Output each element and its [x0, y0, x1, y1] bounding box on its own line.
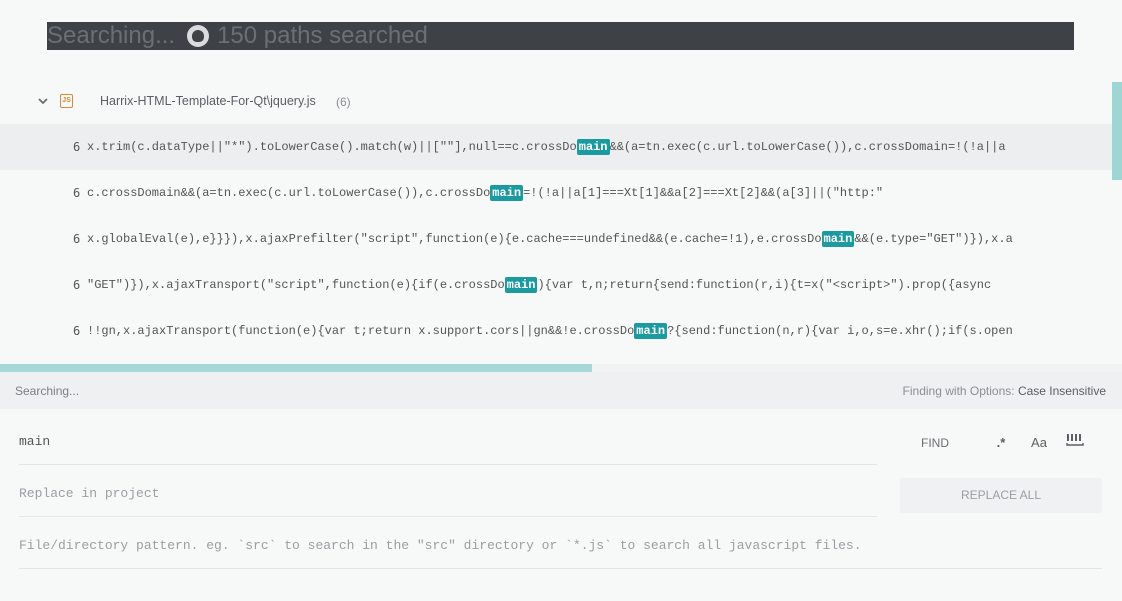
match-row[interactable]: 6 x.globalEval(e),e}}}),x.ajaxPrefilter("…: [0, 216, 1112, 262]
line-number: 6: [73, 278, 81, 292]
options-label: Finding with Options:: [902, 384, 1015, 398]
find-input[interactable]: [19, 430, 877, 454]
file-pattern-input[interactable]: [19, 534, 1102, 558]
code-before: !!gn,x.ajaxTransport(function(e){var t;r…: [87, 324, 635, 338]
code-after: ?{send:function(n,r){var i,o,s=e.xhr();i…: [667, 324, 1013, 338]
paths-searched-text: 150 paths searched: [217, 22, 428, 49]
match-preview: c.crossDomain&&(a=tn.exec(c.url.toLowerC…: [87, 185, 884, 201]
replace-input-underline: [19, 516, 877, 517]
horizontal-scrollbar-thumb[interactable]: [0, 364, 592, 372]
code-after: =!(!a||a[1]===Xt[1]&&a[2]===Xt[2]&&(a[3]…: [523, 186, 884, 200]
match-highlight: main: [490, 185, 524, 201]
match-preview: x.trim(c.dataType||"*").toLowerCase().ma…: [87, 139, 1006, 155]
code-after: &&(a=tn.exec(c.url.toLowerCase()),c.cros…: [609, 140, 1006, 154]
match-preview: "GET")}),x.ajaxTransport("script",functi…: [87, 277, 992, 293]
find-status-bar: Searching... Finding with Options: Case …: [0, 372, 1122, 409]
file-pattern-underline: [19, 568, 1102, 569]
file-result-header[interactable]: JS Harrix-HTML-Template-For-Qt\jquery.js…: [0, 90, 1112, 114]
line-number: 6: [73, 186, 81, 200]
chevron-down-icon[interactable]: [38, 96, 48, 106]
github-icon: [187, 25, 210, 47]
match-list: 6 x.trim(c.dataType||"*").toLowerCase().m…: [0, 124, 1112, 354]
match-row[interactable]: 6 !!gn,x.ajaxTransport(function(e){var t;…: [0, 308, 1112, 354]
replace-all-button[interactable]: REPLACE ALL: [900, 478, 1102, 513]
find-input-underline: [19, 464, 877, 465]
line-number: 6: [73, 324, 81, 338]
js-file-icon: JS: [60, 94, 73, 108]
file-path[interactable]: Harrix-HTML-Template-For-Qt\jquery.js: [100, 94, 316, 108]
code-before: c.crossDomain&&(a=tn.exec(c.url.toLowerC…: [87, 186, 491, 200]
case-sensitive-icon[interactable]: Aa: [1027, 432, 1051, 454]
code-before: x.trim(c.dataType||"*").toLowerCase().ma…: [87, 140, 577, 154]
replace-input[interactable]: [19, 482, 877, 506]
match-highlight: main: [821, 231, 855, 247]
options-value: Case Insensitive: [1017, 384, 1106, 398]
regex-icon[interactable]: .*: [990, 432, 1012, 454]
line-number: 6: [73, 140, 81, 154]
match-preview: !!gn,x.ajaxTransport(function(e){var t;r…: [87, 323, 1013, 339]
search-results-panel: JS Harrix-HTML-Template-For-Qt\jquery.js…: [0, 80, 1122, 372]
find-options-summary: Finding with Options: Case Insensitive: [903, 384, 1106, 398]
match-row[interactable]: 6 x.trim(c.dataType||"*").toLowerCase().m…: [0, 124, 1112, 170]
code-after: &&(e.type="GET")}),x.a: [854, 232, 1013, 246]
vertical-scrollbar[interactable]: [1112, 82, 1122, 180]
status-text: Searching...: [15, 384, 80, 398]
code-before: "GET")}),x.ajaxTransport("script",functi…: [87, 278, 505, 292]
find-button[interactable]: FIND: [905, 431, 965, 455]
match-highlight: main: [634, 323, 668, 339]
match-count: (6): [336, 95, 351, 109]
searching-text: Searching...: [47, 22, 176, 49]
find-replace-panel: FIND .* Aa REPLACE ALL: [0, 409, 1122, 601]
code-after: ){var t,n;return{send:function(r,i){t=x(…: [537, 278, 992, 292]
search-progress-bar: Searching... 150 paths searched: [47, 22, 1074, 50]
match-highlight: main: [576, 139, 610, 155]
whole-word-icon[interactable]: [1064, 432, 1086, 454]
code-before: x.globalEval(e),e}}}),x.ajaxPrefilter("s…: [87, 232, 822, 246]
match-highlight: main: [504, 277, 538, 293]
line-number: 6: [73, 232, 81, 246]
match-row[interactable]: 6 c.crossDomain&&(a=tn.exec(c.url.toLower…: [0, 170, 1112, 216]
match-row[interactable]: 6 "GET")}),x.ajaxTransport("script",funct…: [0, 262, 1112, 308]
match-preview: x.globalEval(e),e}}}),x.ajaxPrefilter("s…: [87, 231, 1013, 247]
